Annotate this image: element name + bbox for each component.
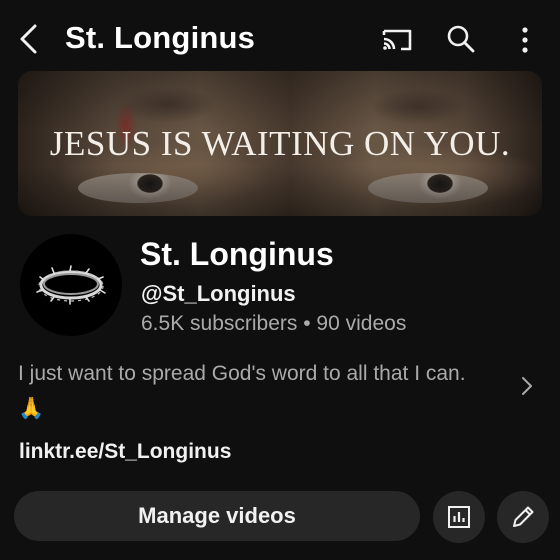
- banner-eye-right: [368, 173, 488, 203]
- channel-description-row[interactable]: I just want to spread God's word to all …: [18, 352, 542, 422]
- chevron-right-icon: [522, 377, 532, 395]
- cast-button[interactable]: [380, 22, 416, 58]
- more-options-button[interactable]: [507, 22, 543, 58]
- edit-pencil-icon: [513, 506, 534, 527]
- analytics-button[interactable]: [433, 491, 485, 543]
- channel-stats: 6.5K subscribers • 90 videos: [141, 312, 407, 335]
- crown-of-thorns-icon: [36, 265, 106, 305]
- channel-name: St. Longinus: [140, 236, 334, 272]
- channel-link[interactable]: linktr.ee/St_Longinus: [19, 440, 231, 464]
- channel-handle: @St_Longinus: [141, 281, 296, 306]
- channel-description: I just want to spread God's word to all …: [18, 362, 466, 420]
- page-title: St. Longinus: [65, 20, 256, 55]
- search-button[interactable]: [443, 22, 479, 58]
- more-vert-icon: [522, 27, 528, 53]
- banner-text: JESUS IS WAITING ON YOU.: [49, 124, 511, 163]
- channel-banner: JESUS IS WAITING ON YOU.: [18, 71, 542, 216]
- edit-channel-button[interactable]: [497, 491, 549, 543]
- manage-videos-label: Manage videos: [138, 503, 296, 528]
- manage-videos-button[interactable]: Manage videos: [14, 491, 420, 541]
- cast-icon: [382, 29, 412, 51]
- search-icon: [447, 25, 475, 53]
- banner-eye-left: [78, 173, 198, 203]
- top-app-bar: St. Longinus: [0, 0, 560, 74]
- avatar[interactable]: [20, 234, 122, 336]
- back-arrow-icon: [20, 24, 37, 54]
- back-button[interactable]: [14, 22, 44, 56]
- analytics-icon: [448, 506, 470, 528]
